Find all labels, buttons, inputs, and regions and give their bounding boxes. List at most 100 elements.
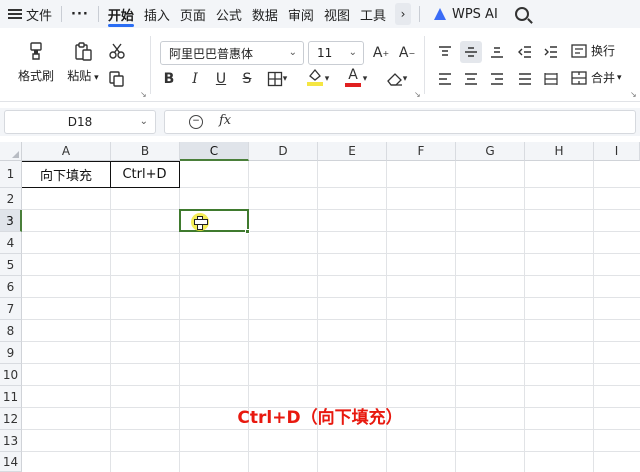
file-menu[interactable]: 文件 — [0, 0, 57, 28]
column-header-f[interactable]: F — [387, 142, 456, 161]
grid-line — [22, 319, 640, 320]
align-right-icon[interactable] — [486, 68, 508, 90]
increase-font-icon[interactable]: A + — [370, 42, 392, 64]
paste-label-text: 粘贴 — [67, 69, 92, 83]
wrap-text-button[interactable]: 换行 — [570, 42, 615, 60]
decrease-font-icon[interactable]: A − — [396, 42, 418, 64]
chevron-down-icon[interactable]: ▾ — [322, 68, 332, 90]
row-header-13[interactable]: 13 — [0, 430, 22, 452]
paint-brush-icon — [25, 40, 47, 62]
tab-view[interactable]: 视图 — [319, 0, 355, 28]
fx-icon[interactable]: fx — [219, 113, 231, 128]
bold-button[interactable]: B — [158, 68, 180, 90]
row-header-5[interactable]: 5 — [0, 254, 22, 276]
grid-line — [22, 429, 640, 430]
name-box-value: D18 — [67, 115, 93, 129]
merge-button[interactable]: 合并 ▾ — [570, 69, 622, 87]
merge-label: 合并 — [591, 71, 616, 85]
chevron-down-icon: ⌄ — [348, 47, 357, 58]
column-header-c[interactable]: C — [180, 142, 249, 161]
font-size-value: 11 — [317, 46, 333, 60]
column-header-e[interactable]: E — [318, 142, 387, 161]
formula-input[interactable]: − fx — [164, 110, 636, 134]
clipboard-group-launcher-icon[interactable]: ↘ — [140, 90, 147, 99]
tab-home[interactable]: 开始 — [103, 0, 139, 28]
search-icon[interactable] — [514, 7, 529, 21]
column-header-a[interactable]: A — [22, 142, 111, 161]
align-left-icon[interactable] — [434, 68, 456, 90]
cell-b1[interactable]: Ctrl+D — [110, 161, 180, 188]
chevron-down-icon: ⌄ — [139, 116, 148, 127]
grid-line — [22, 451, 640, 452]
paste-button[interactable]: 粘贴 ▾ — [62, 40, 104, 84]
column-header-g[interactable]: G — [456, 142, 525, 161]
tab-review[interactable]: 审阅 — [283, 0, 319, 28]
font-size-dropdown[interactable]: 11 ⌄ — [308, 41, 364, 65]
column-header-d[interactable]: D — [249, 142, 318, 161]
scissors-icon[interactable] — [106, 40, 128, 62]
menu-divider — [97, 6, 99, 22]
cell-a1[interactable]: 向下填充 — [22, 161, 111, 188]
decrease-indent-icon[interactable] — [514, 41, 536, 63]
wrap-text-label: 换行 — [591, 44, 616, 58]
align-top-icon[interactable] — [434, 41, 456, 63]
name-box[interactable]: D18 ⌄ — [4, 110, 156, 134]
row-header-4[interactable]: 4 — [0, 232, 22, 254]
align-bottom-icon[interactable] — [486, 41, 508, 63]
menu-divider — [418, 6, 420, 22]
fill-handle[interactable] — [245, 229, 250, 234]
row-header-3[interactable]: 3 — [0, 210, 22, 232]
format-painter-button[interactable]: 格式刷 — [14, 40, 58, 84]
copy-icon[interactable] — [106, 68, 128, 90]
row-header-10[interactable]: 10 — [0, 364, 22, 386]
align-middle-icon[interactable] — [460, 41, 482, 63]
tab-data[interactable]: 数据 — [247, 0, 283, 28]
row-header-6[interactable]: 6 — [0, 276, 22, 298]
file-menu-label: 文件 — [26, 8, 53, 24]
grid-line — [22, 253, 640, 254]
row-header-8[interactable]: 8 — [0, 320, 22, 342]
underline-button[interactable]: U — [210, 68, 232, 90]
chevron-right-icon[interactable]: › — [394, 3, 411, 25]
zoom-icon[interactable]: − — [189, 115, 203, 129]
chevron-down-icon[interactable]: ▾ — [400, 68, 410, 90]
chevron-down-icon[interactable]: ▾ — [280, 68, 290, 90]
column-header-b[interactable]: B — [111, 142, 180, 161]
font-group-launcher-icon[interactable]: ↘ — [414, 90, 421, 99]
align-center-icon[interactable] — [460, 68, 482, 90]
grid-line — [22, 385, 640, 386]
row-header-14[interactable]: 14 — [0, 452, 22, 472]
wps-ai-label: WPS AI — [451, 6, 498, 22]
more-menu-button[interactable]: ··· — [66, 0, 94, 28]
wps-ai-logo-icon — [433, 7, 447, 21]
increase-indent-icon[interactable] — [540, 41, 562, 63]
active-cell-c3[interactable] — [179, 209, 249, 232]
font-color-bar — [345, 82, 361, 87]
strikethrough-button[interactable]: S — [236, 68, 258, 90]
font-color-letter: A — [348, 66, 358, 83]
merge-cells-icon — [570, 69, 588, 87]
tab-page[interactable]: 页面 — [175, 0, 211, 28]
tab-formula[interactable]: 公式 — [211, 0, 247, 28]
font-name-dropdown[interactable]: 阿里巴巴普惠体 ⌄ — [160, 41, 304, 65]
row-header-7[interactable]: 7 — [0, 298, 22, 320]
row-header-1[interactable]: 1 — [0, 161, 22, 188]
ribbon-divider — [424, 36, 425, 94]
alignment-group-launcher-icon[interactable]: ↘ — [630, 90, 637, 99]
grid-line — [22, 297, 640, 298]
tutorial-caption: Ctrl+D（向下填充） — [237, 408, 403, 428]
wps-ai-button[interactable]: WPS AI — [428, 0, 503, 28]
column-header-h[interactable]: H — [525, 142, 594, 161]
column-header-i[interactable]: I — [594, 142, 640, 161]
justify-icon[interactable] — [514, 68, 536, 90]
tab-tools[interactable]: 工具 — [355, 0, 391, 28]
chevron-down-icon[interactable]: ▾ — [360, 68, 370, 90]
grid-line — [22, 363, 640, 364]
row-header-2[interactable]: 2 — [0, 188, 22, 210]
italic-button[interactable]: I — [184, 68, 206, 90]
tab-insert[interactable]: 插入 — [139, 0, 175, 28]
distributed-align-icon[interactable] — [540, 68, 562, 90]
row-header-9[interactable]: 9 — [0, 342, 22, 364]
select-all-corner[interactable] — [0, 142, 22, 161]
hamburger-icon — [8, 9, 22, 19]
